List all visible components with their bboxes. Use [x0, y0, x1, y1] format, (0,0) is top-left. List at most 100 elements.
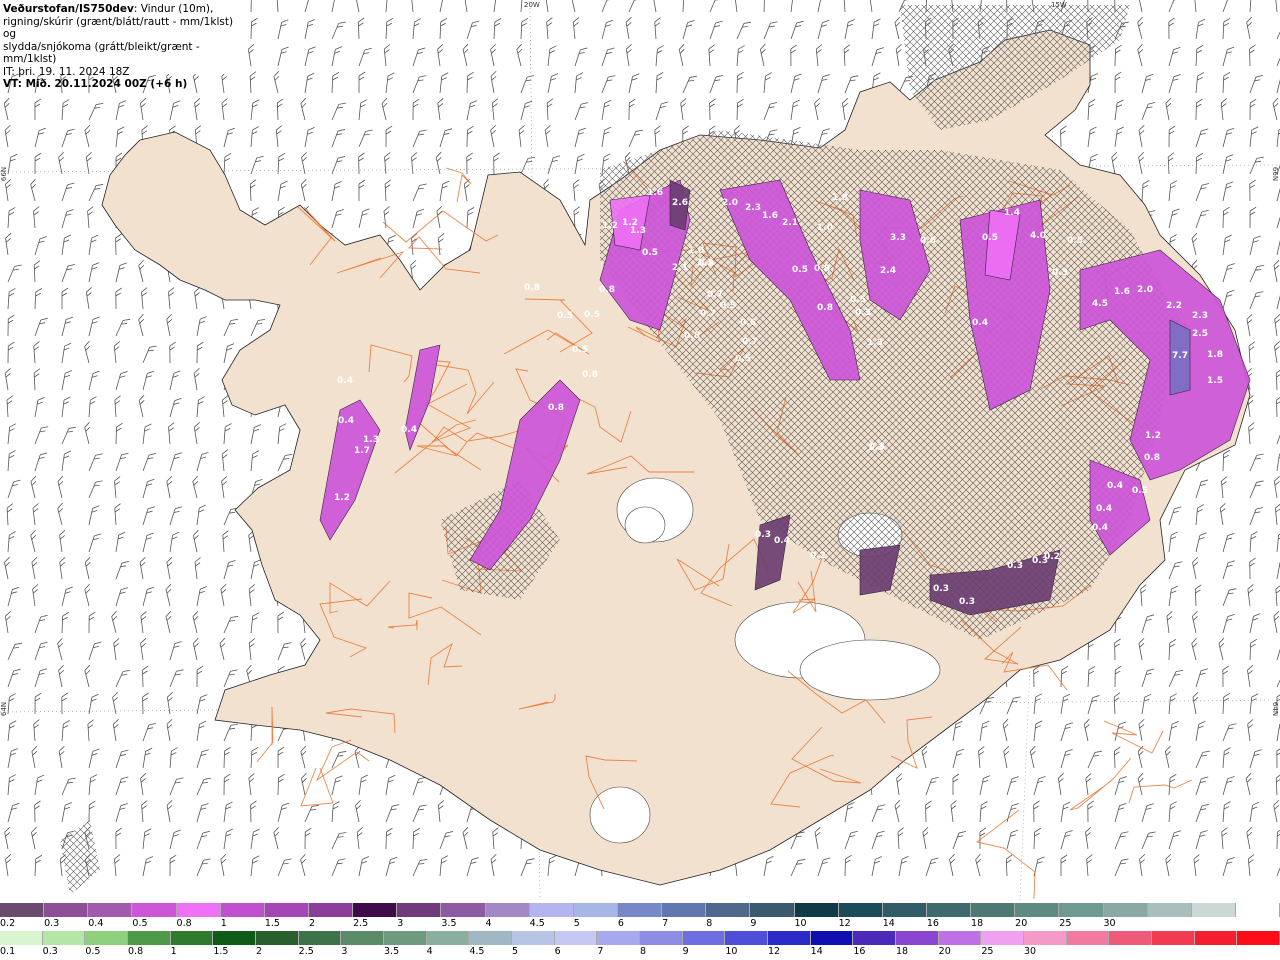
wind-barb — [1168, 585, 1179, 607]
wind-barb — [142, 478, 155, 499]
wind-barb — [7, 314, 15, 337]
wind-barb — [138, 394, 145, 418]
weather-map[interactable]: 1.62.61.2 1.30.51.22.1 1.32.0 2.31.62.1 1.01… — [0, 0, 1280, 902]
wind-barb — [1247, 719, 1254, 742]
legend-tick-label: 4 — [426, 946, 433, 957]
wind-barb — [490, 70, 497, 94]
wind-barb — [1249, 613, 1261, 634]
wind-barb — [139, 98, 146, 121]
legend-tick-label: 30 — [1103, 918, 1116, 929]
wind-barb — [462, 43, 469, 67]
wind-barb — [115, 452, 129, 472]
wind-barb — [223, 343, 235, 364]
wind-barb — [1274, 314, 1280, 337]
wind-barb — [1138, 151, 1144, 175]
wind-barb — [628, 98, 636, 121]
wind-barb — [1222, 0, 1234, 13]
wind-barb — [85, 152, 92, 175]
legend-tick-label: 7 — [662, 918, 669, 929]
wind-barb — [1249, 507, 1264, 526]
wind-barb — [223, 773, 231, 796]
wind-barb — [1193, 0, 1197, 13]
wind-barb — [1166, 611, 1173, 634]
wind-barb — [142, 747, 153, 769]
wind-barb — [1168, 669, 1184, 688]
wind-barb — [1273, 476, 1280, 499]
wind-barb — [1249, 44, 1256, 67]
wind-barb — [490, 124, 496, 148]
wind-barb — [1247, 665, 1254, 688]
wind-barb — [300, 178, 307, 202]
legend-swatch — [341, 931, 385, 945]
wind-barb — [194, 287, 201, 310]
wind-barb — [248, 773, 255, 796]
wind-barb — [192, 475, 199, 499]
legend-tick-label: 3.5 — [384, 946, 400, 957]
legend-swatch — [853, 931, 897, 945]
wind-barb — [142, 828, 152, 850]
wind-barb — [1141, 668, 1155, 688]
wind-barb — [493, 152, 500, 175]
wind-barb — [520, 858, 535, 877]
precip-value-label: 0.3 — [933, 584, 949, 594]
precip-value-label: 2.0 — [1137, 285, 1153, 295]
wind-barb — [1195, 18, 1206, 40]
wind-barb — [1114, 126, 1124, 148]
wind-barb — [331, 858, 346, 877]
wind-barb — [168, 422, 175, 445]
legend-tick-label: 6 — [617, 918, 624, 929]
wind-barb — [88, 234, 99, 256]
wind-barb — [625, 44, 632, 67]
wind-barb — [61, 777, 76, 796]
wind-barb — [1222, 692, 1231, 715]
wind-barb — [277, 19, 289, 40]
wind-barb — [1249, 638, 1258, 661]
precip-value-label: 0.8 — [814, 264, 830, 274]
wind-barb — [655, 45, 664, 67]
wind-barb — [114, 854, 121, 877]
wind-barb — [1167, 152, 1175, 175]
legend-swatch — [441, 903, 486, 917]
wind-barb — [1222, 71, 1231, 94]
wind-barb — [331, 102, 346, 121]
wind-barb — [1273, 799, 1280, 823]
wind-barb — [545, 0, 549, 13]
wind-barb — [34, 127, 47, 148]
wind-barb — [276, 98, 284, 121]
wind-barb — [300, 637, 306, 661]
wind-barb — [844, 830, 858, 850]
legend-swatch — [529, 903, 574, 917]
wind-barb — [601, 0, 613, 13]
wind-barb — [601, 47, 615, 67]
wind-barb — [708, 44, 715, 67]
wind-barb — [1222, 206, 1230, 229]
wind-barb — [114, 476, 121, 499]
legend-swatch — [0, 903, 45, 917]
wind-barb — [193, 368, 200, 391]
precip-value-label: 0.5 — [1067, 236, 1083, 246]
wind-barb — [817, 74, 830, 94]
wind-barb — [1168, 180, 1178, 202]
precip-value-label: 0.4 — [401, 425, 417, 435]
legend-swatch — [85, 931, 129, 945]
wind-barb — [5, 854, 12, 877]
precip-value-label: 0.7 — [742, 337, 758, 347]
legend-swatch — [264, 903, 309, 917]
wind-barb — [412, 208, 425, 229]
legend-tick-label: 6 — [554, 946, 561, 957]
wind-barb — [61, 802, 72, 823]
wind-barb — [87, 719, 94, 742]
wind-barb — [493, 0, 497, 13]
legend-tick-label: 16 — [853, 946, 866, 957]
wind-barb — [385, 804, 400, 823]
wind-barb — [1249, 557, 1256, 580]
legend-swatch — [469, 931, 513, 945]
wind-barb — [7, 423, 17, 445]
wind-barb — [115, 776, 129, 796]
snow-legend-ticks: 0.2 0.3 0.4 0.5 0.8 1 1.5 2 2.5 3 3.5 4 4.5 5 6 7 8 9 10 12… — [0, 918, 1280, 930]
wind-barb — [1274, 0, 1278, 13]
wind-barb — [1274, 341, 1280, 364]
precip-value-label: 0.3 — [1052, 268, 1068, 278]
wind-barb — [814, 826, 821, 850]
wind-barb — [1275, 773, 1280, 796]
